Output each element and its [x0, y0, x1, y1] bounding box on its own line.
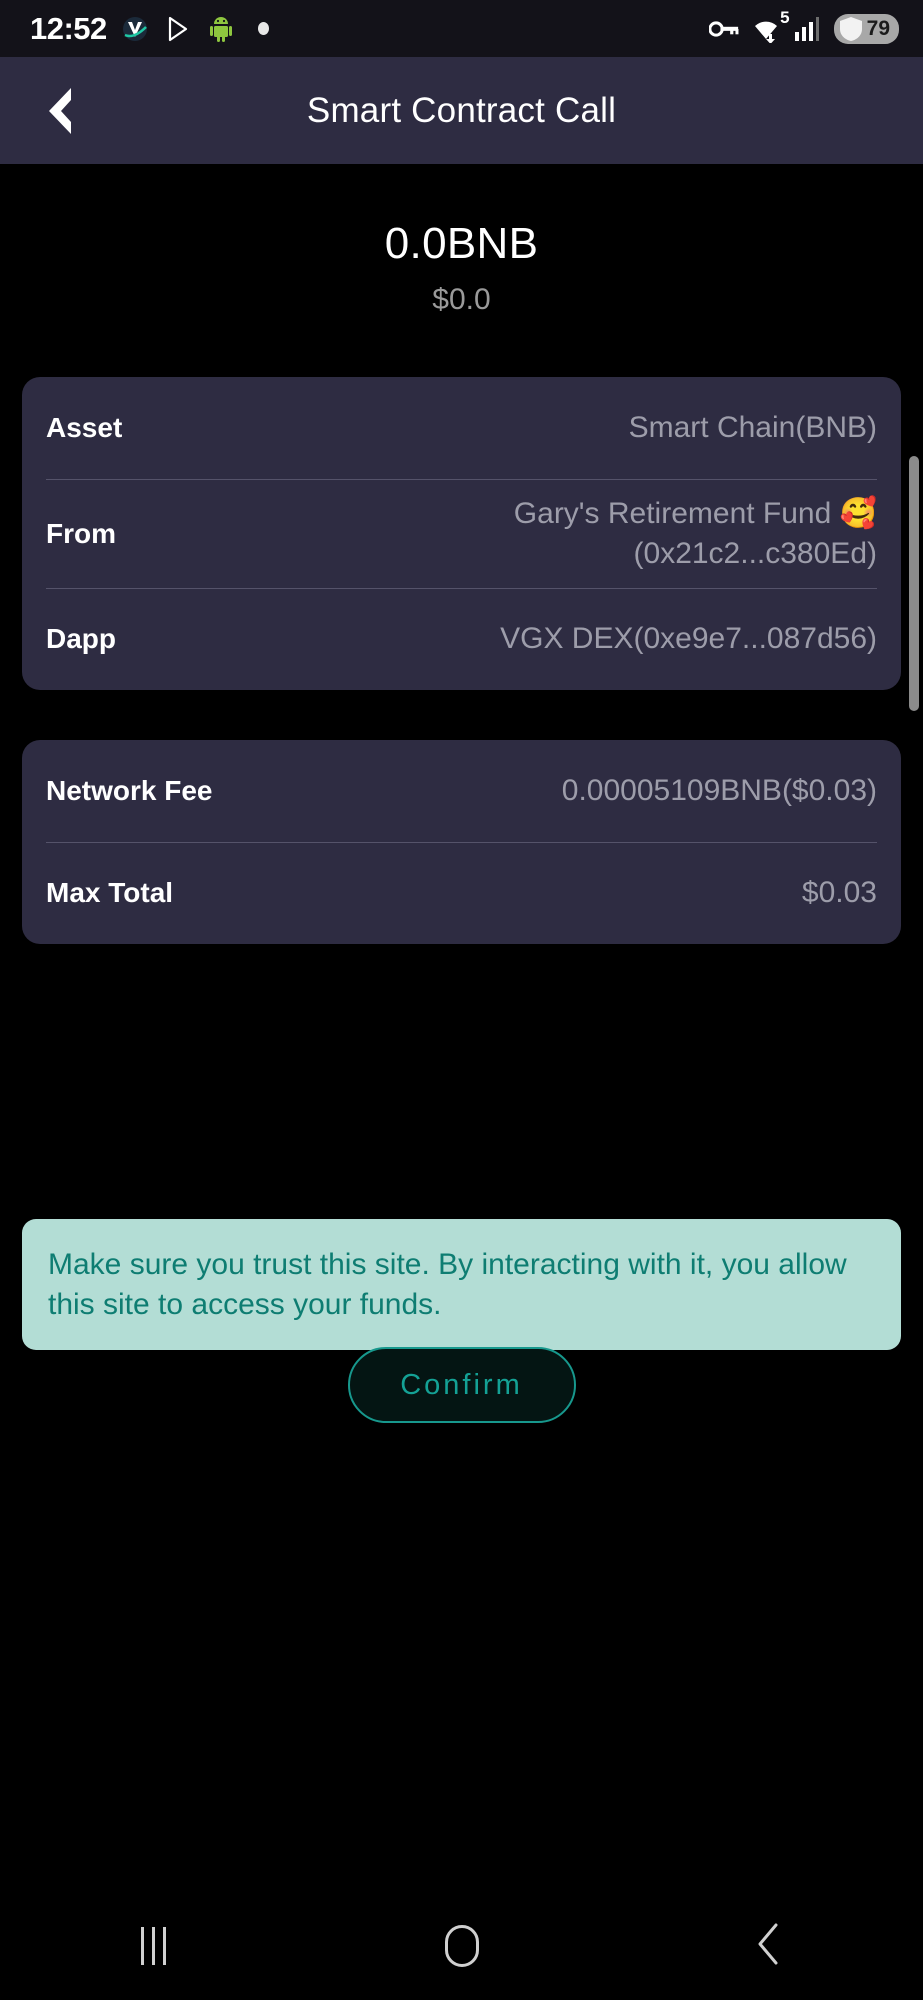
amount-crypto: 0.0BNB	[384, 219, 539, 268]
transaction-details-card: Asset Smart Chain(BNB) From Gary's Retir…	[22, 377, 901, 690]
trust-warning-text: Make sure you trust this site. By intera…	[48, 1248, 847, 1321]
fee-value-network: 0.00005109BNB($0.03)	[561, 773, 877, 807]
status-bar-right: 5 79	[708, 9, 899, 45]
page-title: Smart Contract Call	[306, 90, 617, 130]
detail-row-asset: Asset Smart Chain(BNB)	[46, 377, 877, 479]
nav-back-icon	[752, 1921, 786, 1972]
detail-label-from: From	[46, 517, 116, 549]
detail-value-from: Gary's Retirement Fund 🥰 (0x21c2...c380E…	[513, 497, 877, 570]
dot-icon	[249, 13, 279, 45]
detail-value-asset: Smart Chain(BNB)	[628, 411, 877, 445]
fee-label-max-total: Max Total	[46, 877, 174, 909]
battery-level-label: 79	[866, 17, 890, 40]
phone-screen: 12:52 5 79 Smart Contract Call 0.0BNB $0…	[0, 0, 923, 2000]
detail-value-dapp: VGX DEX(0xe9e7...087d56)	[500, 622, 877, 656]
back-chevron-icon[interactable]	[30, 81, 90, 141]
status-clock: 12:52	[30, 11, 107, 46]
amount-fiat: $0.0	[432, 283, 491, 316]
detail-row-dapp: Dapp VGX DEX(0xe9e7...087d56)	[46, 587, 877, 690]
wifi-generation-label: 5	[780, 7, 790, 27]
detail-label-dapp: Dapp	[46, 623, 116, 655]
confirm-button[interactable]: Confirm	[347, 1347, 576, 1423]
vpn-key-icon	[708, 13, 739, 45]
cellular-signal-icon	[793, 13, 823, 45]
amount-summary: 0.0BNB $0.0	[0, 164, 923, 317]
app-header: Smart Contract Call	[0, 57, 923, 164]
fee-row-network: Network Fee 0.00005109BNB($0.03)	[46, 740, 877, 842]
fee-row-max-total: Max Total $0.03	[46, 841, 877, 944]
fee-value-max-total: $0.03	[801, 876, 877, 910]
fees-card: Network Fee 0.00005109BNB($0.03) Max Tot…	[22, 739, 901, 944]
confirm-button-container: Confirm	[0, 1347, 923, 1423]
detail-row-from: From Gary's Retirement Fund 🥰 (0x21c2...…	[46, 479, 877, 588]
system-navigation-bar	[0, 1892, 923, 2000]
status-bar-left: 12:52	[30, 13, 279, 45]
battery-icon: 79	[833, 13, 899, 44]
nav-back-button[interactable]	[615, 1892, 923, 2000]
home-button[interactable]	[308, 1892, 616, 2000]
recents-icon	[141, 1927, 167, 1965]
wifi-icon: 5	[750, 9, 790, 43]
fee-label-network: Network Fee	[46, 774, 213, 806]
vertical-scrollbar[interactable]	[909, 456, 919, 711]
main-content: 0.0BNB $0.0 Asset Smart Chain(BNB) From …	[0, 164, 923, 1892]
recents-button[interactable]	[0, 1892, 308, 2000]
status-bar: 12:52 5 79	[0, 0, 923, 57]
detail-label-asset: Asset	[46, 412, 123, 443]
trust-warning-banner: Make sure you trust this site. By intera…	[22, 1219, 901, 1351]
play-store-icon	[163, 13, 193, 45]
app-badge-icon	[120, 13, 150, 45]
android-robot-icon	[206, 13, 236, 45]
home-icon	[444, 1925, 479, 1967]
